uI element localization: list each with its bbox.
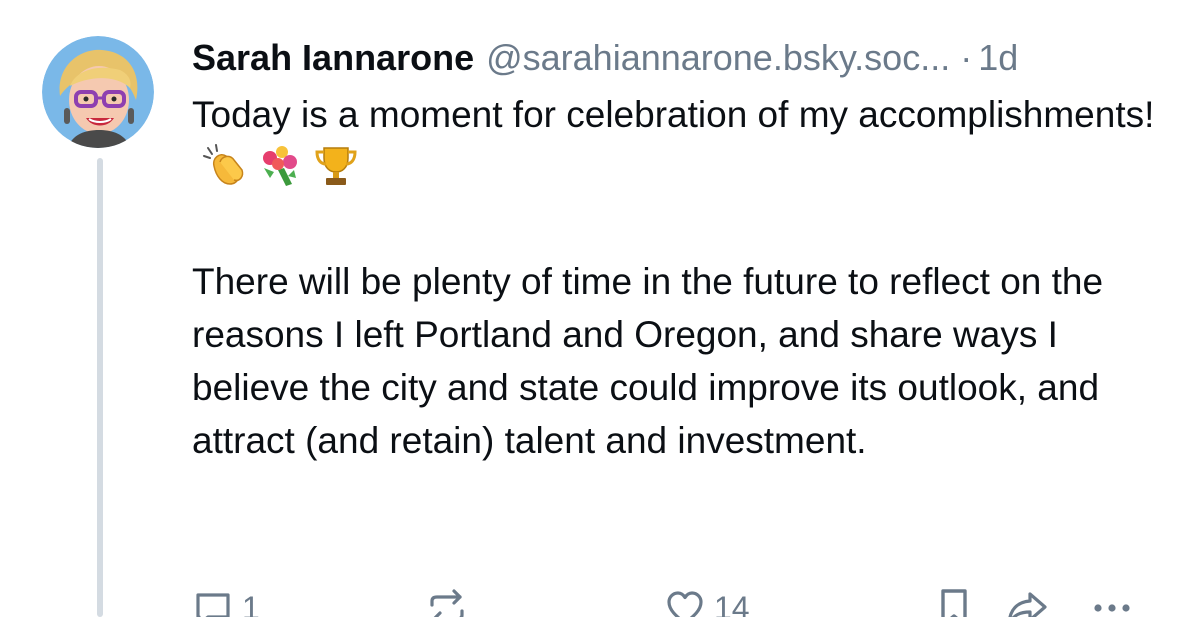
post-paragraph: Today is a moment for celebration of my …: [192, 88, 1172, 202]
author-name[interactable]: Sarah Iannarone: [192, 32, 474, 84]
trophy-icon: [314, 144, 358, 202]
post-header: Sarah Iannarone @sarahiannarone.bsky.soc…: [192, 32, 1172, 84]
author-avatar[interactable]: [42, 36, 154, 148]
author-handle[interactable]: @sarahiannarone.bsky.soc...: [486, 32, 950, 84]
repost-icon: [430, 589, 464, 617]
post-text: Today is a moment for celebration of my …: [192, 88, 1172, 467]
separator-dot: ·: [960, 37, 973, 78]
thread-line: [97, 158, 103, 617]
post-actions: 1 14: [192, 584, 1172, 617]
reply-icon: [196, 593, 230, 617]
bookmark-icon: [941, 589, 967, 617]
reply-count: 1: [242, 589, 260, 617]
more-icon: [1094, 604, 1130, 612]
like-count: 14: [714, 589, 750, 617]
post-timestamp[interactable]: 1d: [978, 32, 1018, 84]
like-button[interactable]: 14: [664, 584, 750, 617]
bouquet-icon: [256, 144, 304, 202]
post-paragraph: There will be plenty of time in the futu…: [192, 261, 1104, 461]
like-icon: [667, 591, 703, 617]
more-options-button[interactable]: [1090, 584, 1134, 617]
post: Sarah Iannarone @sarahiannarone.bsky.soc…: [0, 0, 1200, 617]
reply-button[interactable]: 1: [192, 584, 260, 617]
share-icon: [1008, 592, 1047, 617]
share-button[interactable]: [1004, 584, 1050, 617]
repost-button[interactable]: [424, 584, 470, 617]
clapping-hands-icon: [202, 144, 246, 202]
post-paragraph-text: Today is a moment for celebration of my …: [192, 94, 1155, 135]
bookmark-button[interactable]: [934, 584, 974, 617]
post-content: Sarah Iannarone @sarahiannarone.bsky.soc…: [192, 32, 1172, 617]
